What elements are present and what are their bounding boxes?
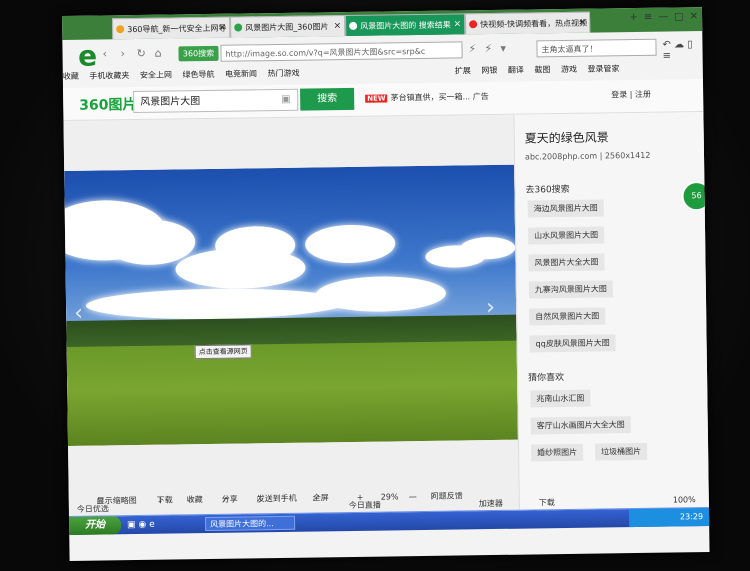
tab-label: 360导航_新一代安全上网导: [127, 23, 227, 35]
next-arrow-icon[interactable]: ›: [486, 295, 495, 320]
ad-text: 茅台镇直供，买一箱...: [390, 92, 471, 103]
lightning-icon[interactable]: ⚡: [484, 42, 492, 55]
refresh-icon[interactable]: ↻: [136, 47, 145, 60]
minimize-button[interactable]: —: [658, 12, 668, 23]
ad-label: 广告: [472, 92, 489, 102]
search-section-heading: 去360搜索: [525, 184, 570, 196]
guess-section-heading: 猜你喜欢: [528, 373, 565, 384]
system-tray: 23:29: [628, 508, 710, 528]
cloud: [85, 287, 347, 321]
info-panel: 夏天的绿色风景 abc.2008php.com | 2560x1412 去360…: [513, 112, 710, 525]
tab-360nav[interactable]: 360导航_新一代安全上网导 ×: [112, 16, 231, 40]
search-tag[interactable]: 九寨沟风景图片大图: [528, 280, 613, 299]
back-icon[interactable]: ‹: [102, 47, 107, 60]
previous-arrow-icon[interactable]: ‹: [74, 301, 83, 326]
forward-icon[interactable]: ›: [120, 47, 125, 60]
extension-item[interactable]: 扩展: [455, 66, 471, 75]
guess-tag[interactable]: 兆南山水汇图: [530, 389, 591, 408]
new-badge: NEW: [365, 94, 388, 103]
tab-search-results[interactable]: 风景图片大图的 搜索结果 ×: [345, 13, 466, 37]
search-tag[interactable]: 海边风景图片大图: [527, 199, 604, 218]
live-link[interactable]: 今日直播: [349, 500, 381, 511]
search-tag[interactable]: 风景图片大全大图: [528, 253, 605, 272]
extension-item[interactable]: 网银: [481, 66, 497, 75]
extensions-bar: 扩展 网银 翻译 截图 游戏 登录管家: [455, 61, 628, 79]
bookmark-item[interactable]: 电竞新闻: [225, 69, 257, 78]
search-tag[interactable]: 山水风景图片大图: [527, 226, 605, 245]
close-icon[interactable]: ×: [578, 13, 587, 34]
qq-icon[interactable]: ◉: [138, 520, 146, 530]
video-icon: [469, 20, 478, 29]
browser-tab-icon: [349, 21, 358, 30]
image-viewer: ‹ › 点击查看源网页 ⊞ 显示缩略图 ↓ 下载 ☆ 收藏 ↗ 分享 ▯ 发送到手机 ⤢ 全…: [63, 114, 520, 531]
close-icon[interactable]: ×: [218, 18, 227, 39]
bookmark-item[interactable]: 收藏: [63, 72, 79, 81]
zoom-status[interactable]: 100%: [673, 495, 696, 504]
tab-video[interactable]: 快视频-快调频看看，热点视频 ×: [465, 11, 591, 35]
bookmark-item[interactable]: 安全上网: [140, 70, 172, 79]
login-link[interactable]: 登录 | 注册: [611, 89, 651, 101]
grass-field: [66, 340, 518, 446]
ad-banner[interactable]: NEW 茅台镇直供，买一箱... 广告: [365, 91, 489, 104]
close-icon[interactable]: ×: [453, 14, 462, 35]
tab-360images[interactable]: 风景图片大图_360图片 ×: [230, 15, 346, 38]
guess-tag[interactable]: 婚纱照图片: [531, 443, 584, 462]
accelerator-link[interactable]: 加速器: [479, 498, 503, 509]
undo-icon[interactable]: ↶: [662, 40, 671, 51]
site-logo[interactable]: 360图片: [79, 94, 137, 115]
source-tooltip[interactable]: 点击查看源网页: [194, 344, 252, 360]
close-window-button[interactable]: ✕: [690, 11, 699, 22]
cloud: [460, 236, 516, 260]
guess-tag[interactable]: 垃圾桶图片: [595, 442, 648, 461]
mobile-icon[interactable]: ▯: [687, 39, 693, 50]
start-button[interactable]: 开始: [68, 516, 122, 535]
url-field[interactable]: http://image.so.com/v?q=风景图片大图&src=srp&c: [220, 41, 463, 62]
fav-link[interactable]: 今日优选: [77, 503, 109, 514]
image-search-input[interactable]: 风景图片大图: [133, 88, 299, 114]
cloud: [104, 219, 196, 266]
clock: 23:29: [679, 512, 704, 522]
cloud: [304, 224, 396, 264]
extension-item[interactable]: 登录管家: [587, 64, 619, 73]
home-icon[interactable]: ⌂: [154, 47, 161, 60]
extension-item[interactable]: 翻译: [508, 66, 524, 75]
image-title: 夏天的绿色风景: [524, 130, 609, 146]
image-source[interactable]: abc.2008php.com | 2560x1412: [525, 151, 650, 162]
cloud-icon[interactable]: ☁: [674, 39, 684, 50]
browser-icon[interactable]: e: [149, 520, 155, 530]
desktop-icon[interactable]: ▣: [127, 520, 136, 530]
search-engine-select[interactable]: 360搜索: [178, 45, 219, 62]
search-tag[interactable]: qq皮肤风景图片大图: [529, 334, 616, 353]
browser-screen: 360导航_新一代安全上网导 × 风景图片大图_360图片 × 风景图片大图的 搜索…: [62, 7, 710, 561]
sky: [64, 164, 517, 331]
bookmark-item[interactable]: 绿色导航: [182, 70, 214, 79]
browser-tab-icon: [234, 23, 243, 32]
toolbar-icons: ↶ ☁ ▯ ≡: [662, 39, 697, 61]
guess-tag[interactable]: 客厅山水画图片大全大图: [530, 416, 631, 435]
browser-tab-icon: [116, 25, 125, 34]
search-input[interactable]: 主角太逼真了！: [536, 38, 657, 58]
maximize-button[interactable]: □: [674, 11, 684, 22]
bookmark-item[interactable]: 手机收藏夹: [89, 71, 129, 81]
quick-launch: ▣ ◉ e: [127, 520, 155, 530]
close-icon[interactable]: ×: [333, 16, 342, 37]
download-link[interactable]: 下载: [539, 497, 555, 508]
security-icon[interactable]: ⚡: [468, 42, 476, 55]
tab-label: 风景图片大图的 搜索结果: [360, 20, 451, 31]
extension-item[interactable]: 游戏: [561, 65, 577, 74]
search-button[interactable]: 搜索: [300, 87, 355, 111]
search-tag[interactable]: 自然风景图片大图: [529, 307, 606, 326]
landscape-photo[interactable]: ‹ › 点击查看源网页: [64, 164, 518, 446]
window-controls: + ≡ — □ ✕: [623, 11, 698, 23]
menu-button[interactable]: ≡: [644, 12, 653, 23]
new-tab-button[interactable]: +: [629, 12, 638, 23]
dropdown-icon[interactable]: ▾: [500, 42, 506, 55]
taskbar-window[interactable]: 风景图片大图的...: [205, 515, 296, 532]
extension-item[interactable]: 截图: [534, 65, 550, 74]
bookmark-item[interactable]: 热门游戏: [267, 69, 299, 78]
tab-label: 快视频-快调频看看，热点视频: [480, 18, 588, 30]
tab-label: 风景图片大图_360图片: [245, 22, 329, 33]
